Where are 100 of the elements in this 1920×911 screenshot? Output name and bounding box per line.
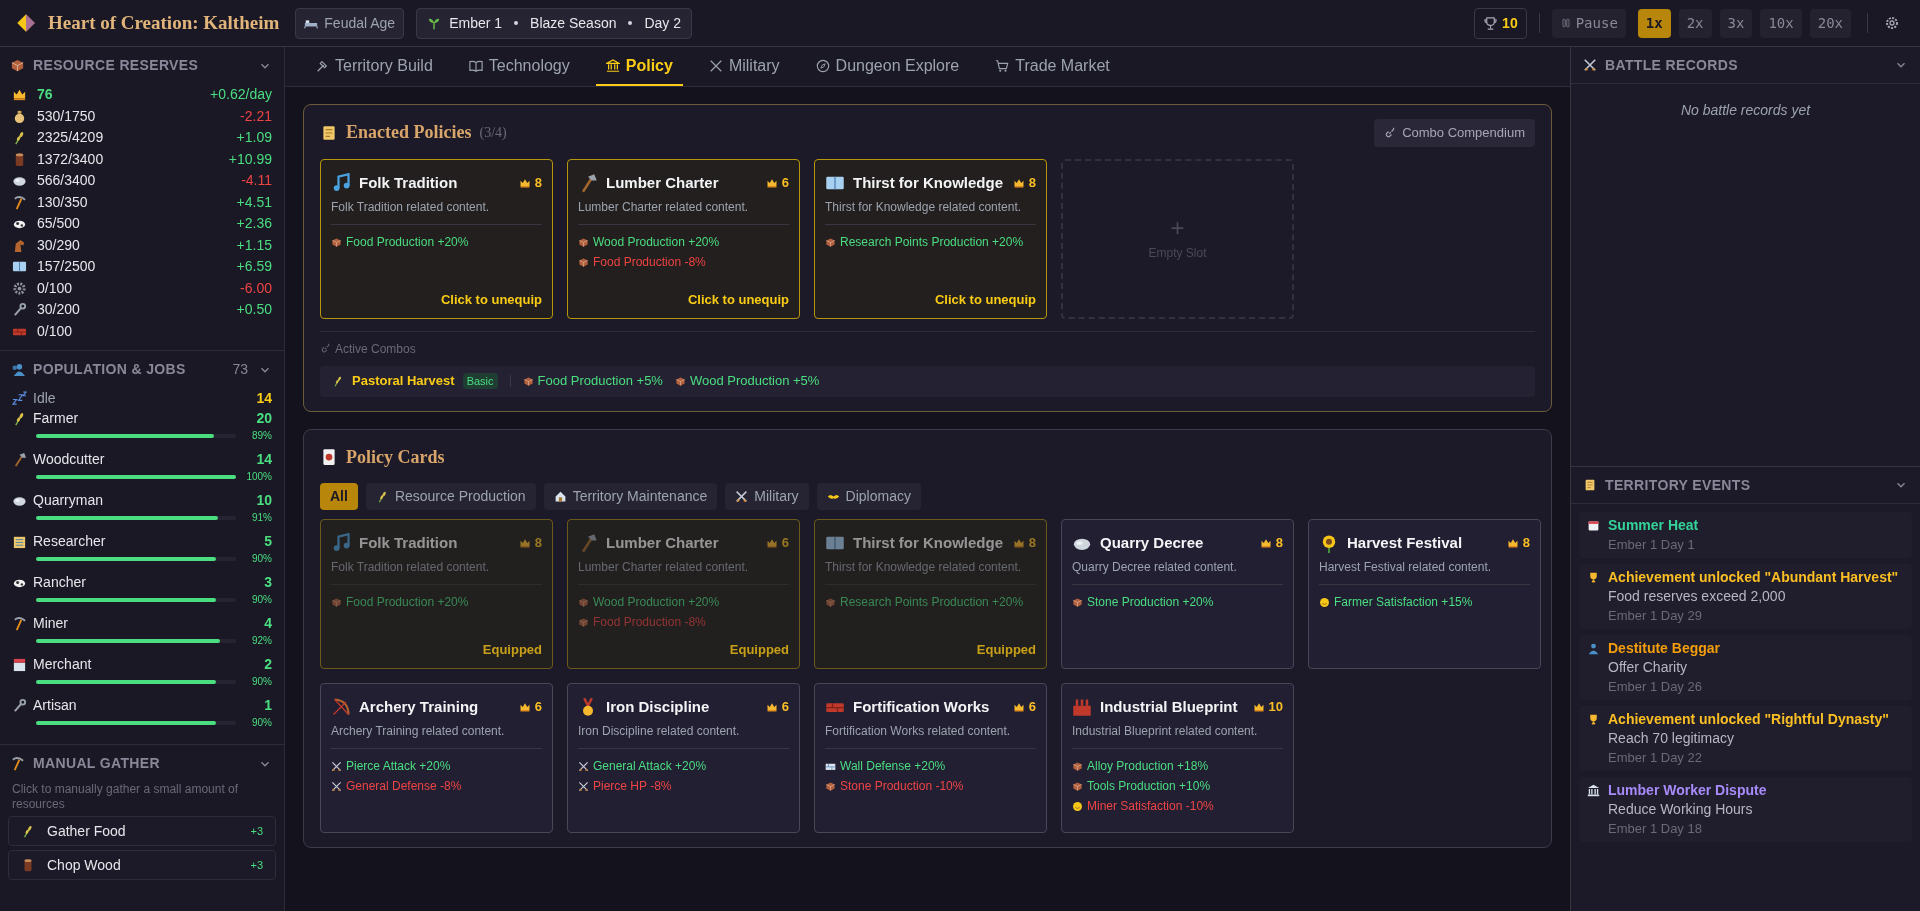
filter-chip[interactable]: Resource Production: [365, 482, 536, 510]
effect-text: Wood Production +20%: [578, 233, 789, 251]
job-count: 14: [256, 388, 272, 408]
filter-chip[interactable]: All: [320, 482, 358, 510]
policy-card[interactable]: Archery Training 6 Archery Training related content. Pierce Attack +20% General Defense -8%: [320, 682, 553, 833]
effect-text: Wood Production +20%: [578, 593, 789, 611]
trophy-icon: [1483, 15, 1499, 31]
log-icon: [21, 858, 35, 872]
job-name: Researcher: [33, 531, 107, 551]
pause-button[interactable]: Pause: [1551, 8, 1626, 38]
crossed-swords-icon: [331, 760, 342, 772]
box-icon: [825, 236, 836, 248]
effect-text: General Attack +20%: [578, 757, 789, 775]
empty-message: No battle records yet: [1679, 101, 1812, 120]
resource-amount: 30/290: [37, 235, 80, 255]
combo-compendium-button[interactable]: Combo Compendium: [1374, 119, 1535, 147]
compass-icon: [815, 59, 830, 73]
job-count: 3: [264, 572, 272, 592]
event-date: Ember 1 Day 22: [1608, 749, 1703, 767]
house-icon: [553, 489, 567, 503]
box-icon: [10, 58, 25, 73]
smiley-icon: [1319, 596, 1330, 608]
efficiency-percent: 90%: [251, 675, 272, 689]
job-name: Rancher: [33, 572, 87, 592]
policy-card[interactable]: Thirst for Knowledge 8 Thirst for Knowledge related content. Research Points Production +20% Equipped: [814, 518, 1047, 669]
enacted-policy-card[interactable]: Thirst for Knowledge 8 Thirst for Knowledge related content. Research Points Production +20% Click to unequip: [814, 158, 1047, 319]
playing-card-icon: [320, 448, 338, 466]
enacted-policy-card[interactable]: Folk Tradition 8 Folk Tradition related content. Food Production +20% Click to unequip: [320, 158, 553, 319]
efficiency-percent: 100%: [245, 470, 272, 484]
nav-tab[interactable]: Military: [698, 48, 790, 86]
filter-chip[interactable]: Military: [725, 482, 809, 510]
job-name: Woodcutter: [33, 449, 106, 469]
effect-text: Wall Defense +20%: [825, 757, 1036, 775]
policy-description: Folk Tradition related content.: [331, 559, 491, 576]
resource-rate: +1.09: [236, 128, 272, 148]
speed-button[interactable]: 20x: [1809, 8, 1851, 38]
policy-cost: 6: [765, 697, 789, 717]
effect-text: Wood Production +5%: [674, 371, 820, 391]
policy-description: Harvest Festival related content.: [1319, 559, 1493, 576]
resource-rate: +0.62/day: [210, 85, 272, 105]
nav-tab[interactable]: Technology: [458, 48, 580, 86]
speed-button[interactable]: 3x: [1719, 8, 1753, 38]
policy-card[interactable]: Quarry Decree 8 Quarry Decree related content. Stone Production +20%: [1061, 518, 1294, 669]
speed-button[interactable]: 10x: [1760, 8, 1802, 38]
policy-description: Fortification Works related content.: [825, 723, 1012, 740]
policy-cost: 6: [1012, 697, 1036, 717]
equipped-label: Equipped: [482, 641, 542, 659]
policy-description: Folk Tradition related content.: [331, 199, 491, 216]
policy-cost: 8: [1506, 533, 1530, 553]
resource-rate: +0.50: [236, 300, 272, 320]
horse-icon: [12, 237, 27, 253]
gather-button[interactable]: Chop Wood +3: [8, 850, 276, 880]
nav-tab[interactable]: Policy: [595, 48, 683, 86]
filter-chip[interactable]: Diplomacy: [816, 482, 921, 510]
effect-text: Pierce Attack +20%: [331, 757, 542, 775]
event-detail: Food reserves exceed 2,000: [1608, 587, 1787, 606]
job-name: Quarryman: [33, 490, 105, 510]
policy-card[interactable]: Lumber Charter 6 Lumber Charter related content. Wood Production +20% Food Production -8% Equipped: [567, 518, 800, 669]
panel-title: Policy Cards: [346, 445, 445, 469]
speed-button[interactable]: 1x: [1637, 8, 1671, 38]
policy-card[interactable]: Folk Tradition 8 Folk Tradition related content. Food Production +20% Equipped: [320, 518, 553, 669]
filter-chip[interactable]: Territory Maintenance: [543, 482, 718, 510]
job-count: 10: [256, 490, 272, 510]
policy-name: Folk Tradition: [359, 172, 459, 193]
event-detail: Offer Charity: [1608, 658, 1689, 677]
resource-amount: 2325/4209: [37, 128, 104, 148]
effect-text: Pierce HP -8%: [578, 777, 789, 795]
equipped-label: Equipped: [729, 641, 789, 659]
policy-card[interactable]: Fortification Works 6 Fortification Works related content. Wall Defense +20% Stone Production -10%: [814, 682, 1047, 833]
event-detail: Reach 70 legitimacy: [1608, 729, 1736, 748]
nav-tab[interactable]: Territory Build: [305, 48, 443, 86]
policy-cost: 8: [518, 173, 542, 193]
nav-tab[interactable]: Trade Market: [985, 48, 1120, 86]
policy-card[interactable]: Harvest Festival 8 Harvest Festival related content. Farmer Satisfaction +15%: [1308, 518, 1541, 669]
nav-tab[interactable]: Dungeon Explore: [805, 48, 970, 86]
policy-name: Harvest Festival: [1347, 532, 1464, 553]
gather-button[interactable]: Gather Food +3: [8, 816, 276, 846]
resource-amount: 566/3400: [37, 171, 96, 191]
hammer-icon: [315, 59, 329, 73]
policy-card[interactable]: Industrial Blueprint 10 Industrial Blueprint related content. Alloy Production +18% Tools Production +10% Miner Satisfaction -10%: [1061, 682, 1294, 833]
speed-button[interactable]: 2x: [1678, 8, 1712, 38]
resource-amount: 30/200: [37, 300, 80, 320]
policy-cost: 6: [765, 173, 789, 193]
box-icon: [825, 780, 836, 792]
policy-name: Thirst for Knowledge: [853, 172, 1004, 193]
policy-cost: 6: [518, 697, 542, 717]
effect-text: Stone Production -10%: [825, 777, 1036, 795]
crossed-swords-icon: [1583, 58, 1597, 72]
effect-text: Tools Production +10%: [1072, 777, 1283, 795]
enacted-policy-card[interactable]: Lumber Charter 6 Lumber Charter related content. Wood Production +20% Food Production -8% Click to unequip: [567, 158, 800, 319]
box-icon: [522, 375, 534, 387]
job-name: Merchant: [33, 654, 93, 674]
trophy-icon: [1587, 571, 1600, 584]
efficiency-percent: 90%: [251, 552, 272, 566]
policy-description: Archery Training related content.: [331, 723, 506, 740]
effect-text: Food Production -8%: [578, 613, 789, 631]
resource-rate: +2.36: [236, 214, 272, 234]
effect-text: Food Production +20%: [331, 593, 542, 611]
resource-amount: 0/100: [37, 321, 73, 341]
policy-card[interactable]: Iron Discipline 6 Iron Discipline related content. General Attack +20% Pierce HP -8%: [567, 682, 800, 833]
